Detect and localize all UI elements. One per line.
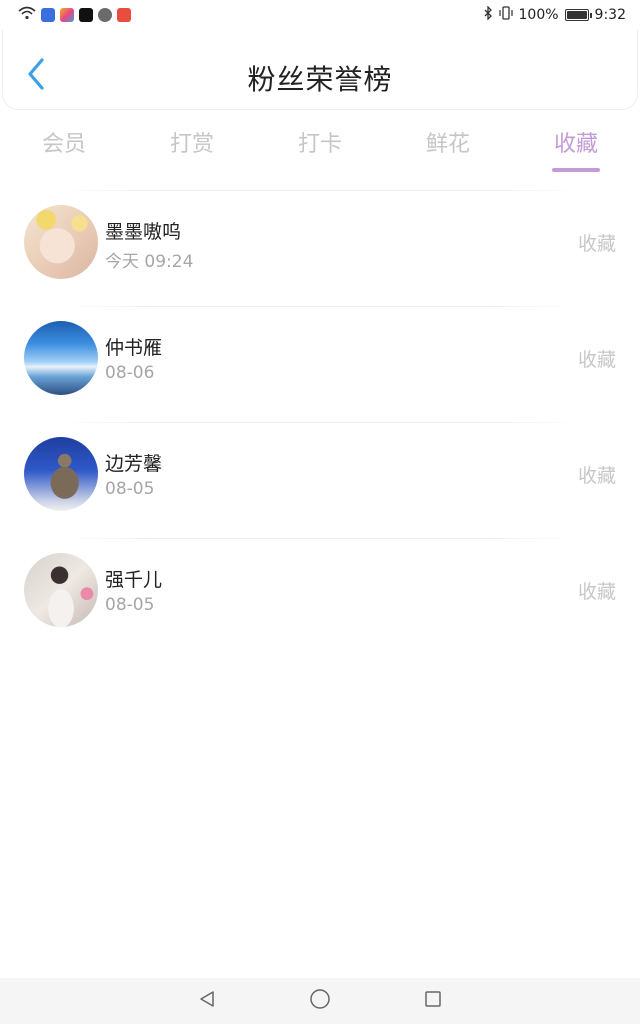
app-icon — [117, 8, 131, 22]
avatar[interactable] — [24, 205, 98, 279]
user-name: 仲书雁 — [105, 337, 163, 359]
tab-checkin[interactable]: 打卡 — [256, 118, 384, 174]
avatar[interactable] — [24, 553, 98, 627]
baidu-app-icon — [41, 8, 55, 22]
action-label: 收藏 — [577, 465, 616, 487]
avatar[interactable] — [24, 437, 98, 511]
avatar[interactable] — [24, 321, 98, 395]
fan-list: 墨墨嗷呜 今天 09:24 收藏 仲书雁 08-06 收藏 边芳馨 08-05 … — [0, 190, 640, 654]
timestamp: 今天 09:24 — [105, 252, 194, 272]
list-item[interactable]: 墨墨嗷呜 今天 09:24 收藏 — [0, 191, 640, 306]
nav-recents-button[interactable] — [413, 981, 453, 1021]
tab-favorites[interactable]: 收藏 — [512, 118, 640, 174]
wechat-icon — [98, 8, 112, 22]
tab-bar: 会员 打赏 打卡 鲜花 收藏 — [0, 118, 640, 174]
home-circle-icon — [309, 988, 331, 1014]
wifi-icon — [18, 6, 36, 24]
status-bar: 100% 9:32 — [0, 0, 640, 30]
list-item[interactable]: 边芳馨 08-05 收藏 — [0, 423, 640, 538]
tiktok-icon — [79, 8, 93, 22]
battery-percent: 100% — [518, 7, 559, 23]
back-triangle-icon — [197, 989, 217, 1013]
battery-icon — [564, 9, 592, 21]
tab-flowers[interactable]: 鲜花 — [384, 118, 512, 174]
list-item[interactable]: 强千儿 08-05 收藏 — [0, 539, 640, 654]
user-name: 边芳馨 — [105, 453, 163, 475]
nav-home-button[interactable] — [300, 981, 340, 1021]
recents-square-icon — [423, 989, 443, 1013]
user-name: 强千儿 — [105, 569, 163, 591]
vibrate-icon — [498, 6, 513, 24]
bluetooth-icon — [483, 5, 493, 24]
nav-back-button[interactable] — [187, 981, 227, 1021]
status-right: 100% 9:32 — [483, 5, 626, 24]
action-label: 收藏 — [577, 349, 616, 371]
system-nav-bar — [0, 978, 640, 1024]
clock: 9:32 — [594, 7, 626, 23]
timestamp: 08-06 — [105, 363, 155, 383]
timestamp: 08-05 — [105, 479, 155, 499]
action-label: 收藏 — [577, 233, 616, 255]
status-left — [18, 6, 131, 24]
page-title: 粉丝荣誉榜 — [247, 63, 393, 96]
action-label: 收藏 — [577, 581, 616, 603]
list-item[interactable]: 仲书雁 08-06 收藏 — [0, 307, 640, 422]
tab-tip[interactable]: 打赏 — [128, 118, 256, 174]
timestamp: 08-05 — [105, 595, 155, 615]
user-name: 墨墨嗷呜 — [105, 221, 182, 243]
tab-member[interactable]: 会员 — [0, 118, 128, 174]
app-icon — [60, 8, 74, 22]
battery-fill — [566, 11, 587, 19]
header: 粉丝荣誉榜 — [2, 30, 638, 110]
